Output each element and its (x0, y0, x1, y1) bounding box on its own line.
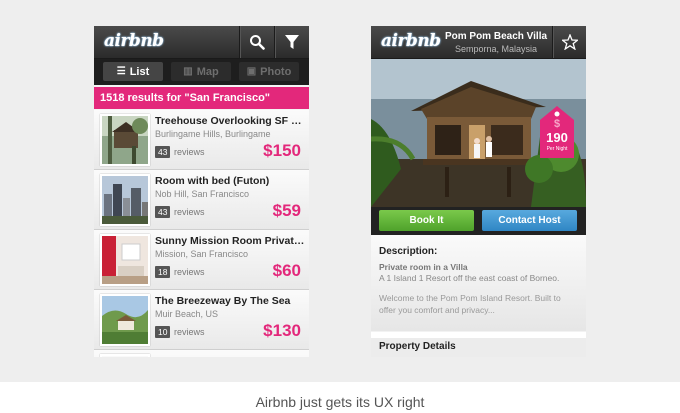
airbnb-logo: airbnb (381, 31, 441, 51)
reviews-count: 43 (155, 206, 171, 218)
search-button[interactable] (239, 26, 274, 58)
star-icon (562, 34, 578, 50)
property-details-header[interactable]: Property Details (371, 338, 586, 357)
listing-location: Nob Hill, San Francisco (155, 189, 250, 199)
listing-item[interactable]: Room with bed (Futon) Nob Hill, San Fran… (94, 170, 309, 230)
listing-title: The Breezeway By The Sea (155, 295, 291, 307)
description-room-type: Private room in a Villa (379, 262, 468, 272)
listing-price: $59 (272, 201, 301, 220)
listing-detail-screen: airbnb Pom Pom Beach Villa Semporna, Mal… (371, 26, 586, 357)
listing-thumbnail (100, 114, 150, 166)
listing-thumbnail (100, 234, 150, 286)
listing-location: Burlingame Hills, Burlingame (155, 129, 271, 139)
reviews-label: reviews (174, 207, 205, 217)
reviews-count: 18 (155, 266, 171, 278)
showcase-background: airbnb ☰ List ▥ Map ▣ Photo 1518 results… (0, 0, 680, 382)
listing-title: Room with bed (Futon) (155, 175, 270, 187)
app-header: airbnb Pom Pom Beach Villa Semporna, Mal… (371, 26, 586, 59)
airbnb-logo: airbnb (104, 31, 164, 51)
reviews-count: 43 (155, 146, 171, 158)
listing-item[interactable]: Treehouse Overlooking SF bay Burlingame … (94, 110, 309, 170)
view-tabs: ☰ List ▥ Map ▣ Photo (94, 59, 309, 85)
listing-location: Semporna, Malaysia (454, 44, 538, 54)
property-details-label: Property Details (379, 341, 456, 352)
reviews-label: reviews (174, 327, 205, 337)
map-icon: ▥ (183, 66, 193, 77)
listing-price: $150 (263, 141, 301, 160)
app-header: airbnb (94, 26, 309, 59)
price-period: Per Night (546, 146, 568, 152)
listing-item[interactable] (94, 350, 309, 357)
listing-photo[interactable]: $ 190 Per Night (371, 59, 586, 207)
list-icon: ☰ (116, 66, 126, 77)
favorite-button[interactable] (552, 26, 586, 58)
listing-location: Mission, San Francisco (155, 249, 249, 259)
image-caption: Airbnb just gets its UX right (255, 394, 425, 410)
listing-thumbnail (100, 354, 150, 357)
price-amount: 190 (546, 130, 568, 145)
listing-title: Pom Pom Beach Villa (444, 31, 548, 42)
photo-icon: ▣ (246, 66, 257, 77)
price-currency: $ (553, 118, 561, 130)
action-bar: Book It Contact Host (371, 207, 586, 235)
listing-results-screen: airbnb ☰ List ▥ Map ▣ Photo 1518 results… (94, 26, 309, 357)
filter-icon (285, 34, 299, 49)
description-panel: Description: Private room in a Villa A 1… (371, 235, 586, 331)
listing-price: $60 (272, 261, 301, 280)
description-text: A 1 Island 1 Resort off the east coast o… (379, 273, 560, 283)
reviews-label: reviews (174, 267, 205, 277)
listing-location: Muir Beach, US (155, 309, 219, 319)
book-it-button[interactable]: Book It (379, 210, 474, 231)
reviews-label: reviews (174, 147, 205, 157)
filter-button[interactable] (274, 26, 309, 58)
tab-list[interactable]: ☰ List (103, 62, 163, 81)
listing-price: $130 (263, 321, 301, 340)
listing-thumbnail (100, 174, 150, 226)
listing-item[interactable]: The Breezeway By The Sea Muir Beach, US … (94, 290, 309, 350)
search-icon (250, 35, 265, 50)
tab-photo[interactable]: ▣ Photo (239, 62, 299, 81)
description-text: offer you comfort and privacy... (379, 305, 495, 315)
reviews-count: 10 (155, 326, 171, 338)
listing-title: Treehouse Overlooking SF bay (155, 115, 305, 127)
description-heading: Description: (379, 246, 438, 257)
price-tag: $ 190 Per Night (540, 106, 574, 158)
contact-host-button[interactable]: Contact Host (482, 210, 577, 231)
listing-item[interactable]: Sunny Mission Room Private... Mission, S… (94, 230, 309, 290)
results-count-banner: 1518 results for "San Francisco" (94, 87, 309, 109)
description-text: Welcome to the Pom Pom Island Resort. Bu… (379, 293, 561, 303)
tab-map[interactable]: ▥ Map (171, 62, 231, 81)
listing-title: Sunny Mission Room Private... (155, 235, 305, 247)
listing-thumbnail (100, 294, 150, 346)
